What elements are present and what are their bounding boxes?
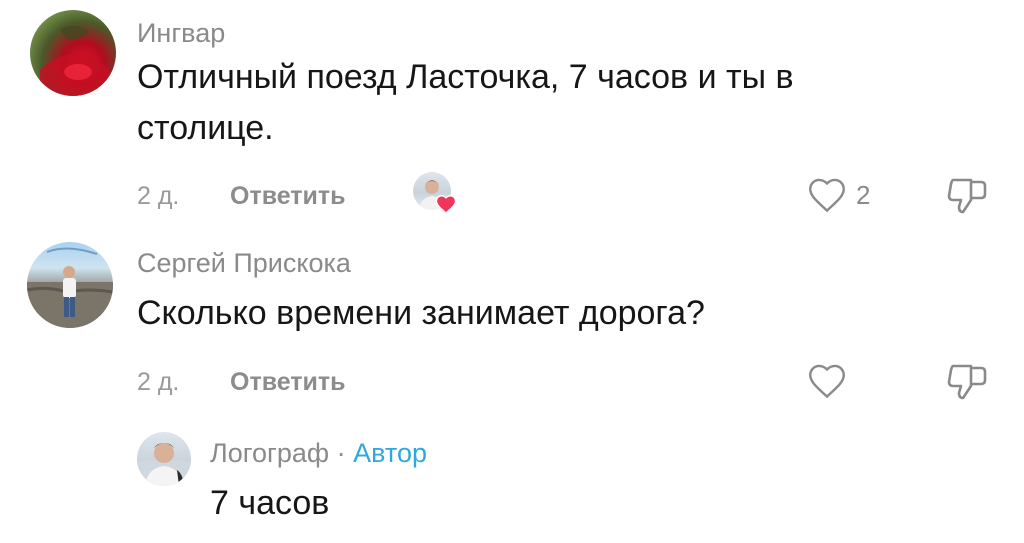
reply-button[interactable]: Ответить: [230, 182, 346, 211]
comment-text-line: столице.: [137, 109, 274, 147]
separator-dot: ·: [336, 438, 346, 468]
reply-item: Логограф · Автор 7 часов: [0, 420, 1024, 543]
like-button[interactable]: [806, 362, 856, 400]
comment-text: Отличный поезд Ласточка, 7 часов и ты в …: [137, 52, 957, 154]
red-heart-icon: [435, 195, 457, 214]
comment-author[interactable]: Сергей Прискока: [137, 248, 351, 279]
comment-text: Сколько времени занимает дорога?: [137, 294, 705, 332]
avatar-image: [27, 247, 113, 328]
avatar-image: [137, 443, 191, 486]
avatar[interactable]: [137, 432, 191, 486]
comment-time: 2 д.: [137, 368, 180, 396]
reply-author[interactable]: Логограф: [210, 438, 329, 468]
comment-item: Ингвар Отличный поезд Ласточка, 7 часов …: [0, 0, 1024, 230]
like-button[interactable]: 2: [806, 176, 870, 214]
thumbs-down-outline-icon: [947, 178, 987, 214]
reply-text: 7 часов: [210, 484, 330, 522]
like-count: 2: [856, 179, 871, 210]
avatar[interactable]: [27, 242, 113, 328]
comment-item: Сергей Прискока Сколько времени занимает…: [0, 230, 1024, 420]
heart-outline-icon: [809, 178, 845, 213]
reply-button[interactable]: Ответить: [230, 368, 346, 397]
comment-text-line: Отличный поезд Ласточка, 7 часов и ты в: [137, 58, 794, 96]
comment-time: 2 д.: [137, 182, 180, 210]
comment-author[interactable]: Ингвар: [137, 18, 225, 49]
avatar[interactable]: [30, 10, 116, 96]
dislike-button[interactable]: [945, 174, 989, 221]
author-badge: Автор: [353, 438, 427, 468]
reply-author-line: Логограф · Автор: [210, 438, 427, 469]
avatar-image: [40, 25, 110, 96]
thumbs-down-outline-icon: [947, 364, 987, 400]
dislike-button[interactable]: [945, 360, 989, 407]
author-liked-indicator: [413, 172, 457, 216]
heart-outline-icon: [809, 364, 845, 399]
